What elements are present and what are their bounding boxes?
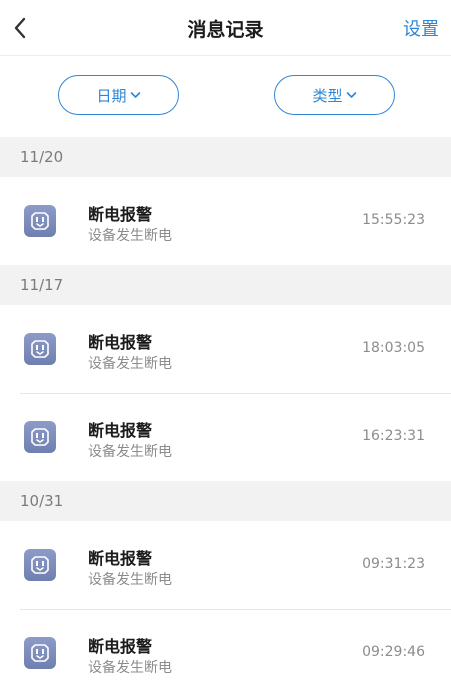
app-screen: 消息记录 设置 日期 类型 11/20 断电报警 设备发生断电 15:55:23… (0, 0, 451, 685)
date-section-header: 11/17 (0, 265, 451, 305)
date-group: 11/20 断电报警 设备发生断电 15:55:23 (0, 137, 451, 265)
date-section-header: 11/20 (0, 137, 451, 177)
row-divider (20, 609, 451, 610)
chevron-down-icon (346, 92, 356, 98)
message-subtitle: 设备发生断电 (88, 228, 172, 244)
type-filter-label: 类型 (312, 86, 343, 105)
message-row[interactable]: 断电报警 设备发生断电 18:03:05 (0, 305, 451, 393)
message-list: 11/20 断电报警 设备发生断电 15:55:23 11/17 断电报警 设备… (0, 137, 451, 685)
message-row[interactable]: 断电报警 设备发生断电 09:29:46 (0, 609, 451, 685)
settings-button[interactable]: 设置 (403, 15, 439, 41)
message-time: 16:23:31 (362, 428, 425, 444)
message-row[interactable]: 断电报警 设备发生断电 15:55:23 (0, 177, 451, 265)
date-filter-button[interactable]: 日期 (58, 75, 179, 115)
message-subtitle: 设备发生断电 (88, 572, 172, 588)
power-outlet-icon (24, 421, 56, 453)
power-outlet-icon (24, 637, 56, 669)
message-row[interactable]: 断电报警 设备发生断电 16:23:31 (0, 393, 451, 481)
message-time: 09:29:46 (362, 644, 425, 660)
date-section-header: 10/31 (0, 481, 451, 521)
chevron-down-icon (130, 92, 140, 98)
power-outlet-icon (24, 205, 56, 237)
date-filter-label: 日期 (96, 86, 127, 105)
message-time: 18:03:05 (362, 340, 425, 356)
message-time: 09:31:23 (362, 556, 425, 572)
message-title: 断电报警 (88, 421, 153, 440)
date-group: 11/17 断电报警 设备发生断电 18:03:05 断电报警 设备发生断电 1… (0, 265, 451, 481)
message-subtitle: 设备发生断电 (88, 444, 172, 460)
message-title: 断电报警 (88, 205, 153, 224)
power-outlet-icon (24, 333, 56, 365)
message-time: 15:55:23 (362, 212, 425, 228)
date-group: 10/31 断电报警 设备发生断电 09:31:23 断电报警 设备发生断电 0… (0, 481, 451, 685)
message-title: 断电报警 (88, 549, 153, 568)
filter-bar: 日期 类型 (0, 56, 451, 137)
message-subtitle: 设备发生断电 (88, 660, 172, 676)
message-title: 断电报警 (88, 333, 153, 352)
page-title: 消息记录 (187, 19, 264, 41)
type-filter-button[interactable]: 类型 (274, 75, 395, 115)
message-subtitle: 设备发生断电 (88, 356, 172, 372)
nav-bar: 消息记录 设置 (0, 0, 451, 56)
power-outlet-icon (24, 549, 56, 581)
message-row[interactable]: 断电报警 设备发生断电 09:31:23 (0, 521, 451, 609)
row-divider (20, 393, 451, 394)
message-title: 断电报警 (88, 637, 153, 656)
